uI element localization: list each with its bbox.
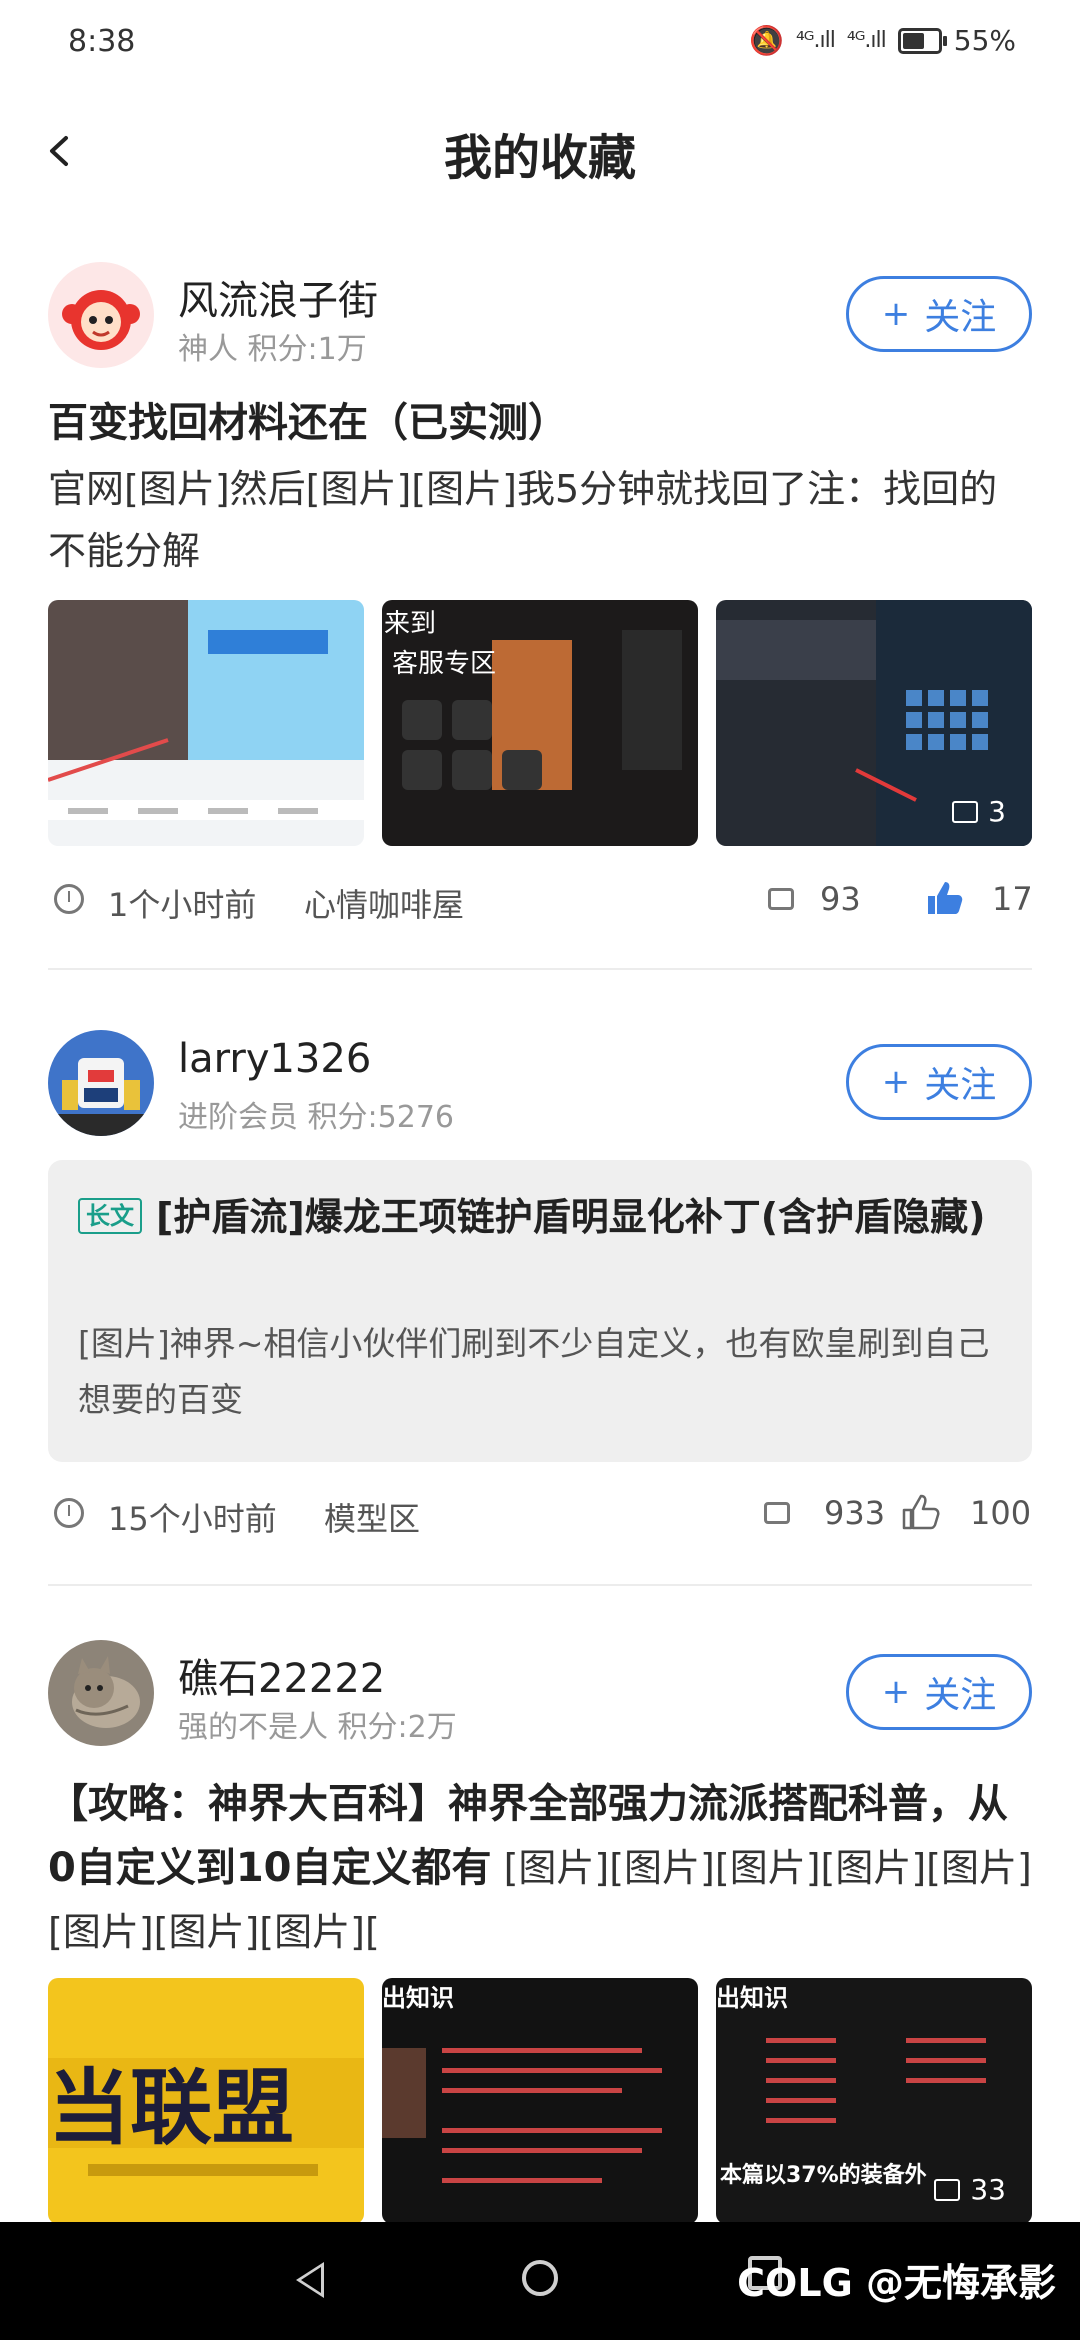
mute-icon: 🔕 [749,24,784,57]
like-count: 100 [970,1494,1032,1532]
post-image[interactable]: 出知识 [382,1978,698,2224]
author-meta: 进阶会员 积分:5276 [178,1100,454,1135]
image-caption: 出知识 [716,1984,788,2012]
avatar[interactable] [48,1030,154,1136]
follow-button[interactable]: + 关注 [846,1044,1032,1120]
comment-count: 933 [824,1494,886,1532]
image-caption: 本篇以37%的装备外 [720,2162,927,2188]
forum-name[interactable]: 心情咖啡屋 [304,880,464,926]
divider [48,968,1032,970]
post-title-text: [护盾流]爆龙王项链护盾明显化补丁(含护盾隐藏) [156,1195,986,1239]
post-excerpt[interactable]: 官网[图片]然后[图片][图片]我5分钟就找回了注：找回的不能分解 [48,458,1032,582]
follow-label: 关注 [924,1065,997,1106]
thumbs-up-icon[interactable] [900,1492,940,1532]
post-image[interactable]: 3 [716,600,1032,846]
author-meta: 神人 积分:1万 [178,332,367,367]
post-card[interactable]: 风流浪子街 神人 积分:1万 + 关注 百变找回材料还在（已实测） 官网[图片]… [48,262,1033,962]
battery-percent: 55% [953,24,1016,57]
post-image[interactable]: 当联盟 [48,1978,364,2224]
follow-button[interactable]: + 关注 [846,276,1032,352]
follow-button[interactable]: + 关注 [846,1654,1032,1730]
post-image[interactable]: 出知识 本篇以37%的装备外 33 [716,1978,1032,2224]
author-name[interactable]: larry1326 [178,1036,371,1082]
clock-icon [54,884,84,914]
clock-icon [54,1498,84,1528]
status-icons: 🔕 ⁴ᴳ.ıll ⁴ᴳ.ıll 55% [749,24,1016,57]
post-title[interactable]: 百变找回材料还在（已实测） [48,392,1032,454]
long-article-card[interactable]: 长文 [护盾流]爆龙王项链护盾明显化补丁(含护盾隐藏) [图片]神界~相信小伙伴们… [48,1160,1032,1462]
page-title: 我的收藏 [443,130,636,186]
image-caption: 出知识 [382,1984,454,2012]
follow-label: 关注 [924,1675,997,1716]
comment-icon[interactable] [764,1502,790,1524]
battery-icon [897,27,947,54]
post-meta-row: 15个小时前 模型区 933 100 [48,1486,1032,1546]
post-time: 1个小时前 [108,886,257,924]
comment-count: 93 [820,880,861,918]
image-icon [934,2178,961,2201]
avatar[interactable] [48,1640,154,1746]
post-card[interactable]: larry1326 进阶会员 积分:5276 + 关注 长文 [护盾流]爆龙王项链… [48,1030,1032,1590]
author-name[interactable]: 风流浪子街 [178,268,378,326]
image-grid: 当联盟 出知识 出知识 本篇以37%的装备外 33 [48,1978,1032,2224]
post-title[interactable]: 【攻略：神界大百科】神界全部强力流派搭配科普，从0自定义到10自定义都有 [图片… [48,1772,1032,1964]
follow-label: 关注 [924,297,997,338]
image-caption-2: 客服专区 [392,649,496,679]
post-title[interactable]: 长文 [护盾流]爆龙王项链护盾明显化补丁(含护盾隐藏) [78,1188,1002,1246]
signal-icon: ⁴ᴳ.ıll [795,28,836,53]
post-time: 15个小时前 [108,1500,277,1538]
long-article-tag: 长文 [78,1198,142,1234]
image-count: 3 [988,795,1006,828]
author-name[interactable]: 礁石22222 [178,1646,385,1704]
plus-icon: + [881,1672,911,1712]
forum-name[interactable]: 模型区 [324,1494,420,1540]
thumbs-up-icon[interactable] [924,878,964,918]
image-caption: 当联盟 [48,2061,294,2156]
image-count-badge: 33 [934,2173,1006,2206]
post-image[interactable] [48,600,364,846]
post-card[interactable]: 礁石22222 强的不是人 积分:2万 + 关注 【攻略：神界大百科】神界全部强… [48,1640,1032,2230]
post-excerpt[interactable]: [图片]神界~相信小伙伴们刷到不少自定义，也有欧皇刷到自己想要的百变 [78,1316,1002,1428]
plus-icon: + [881,294,911,334]
image-icon [952,800,979,823]
status-time: 8:38 [68,24,136,59]
watermark: COLG @无悔承影 [737,2261,1056,2305]
system-nav-bar: COLG @无悔承影 [0,2222,1080,2340]
post-meta-row: 1个小时前 心情咖啡屋 93 17 [48,872,1033,932]
avatar[interactable] [48,262,154,368]
divider [48,1584,1032,1586]
top-bar: 我的收藏 [0,86,1080,216]
comment-icon[interactable] [768,888,794,910]
nav-home-icon[interactable] [522,2260,558,2296]
image-count-badge: 3 [952,795,1006,828]
status-bar: 8:38 🔕 ⁴ᴳ.ıll ⁴ᴳ.ıll 55% [0,0,1080,86]
like-count: 17 [992,880,1033,918]
author-meta: 强的不是人 积分:2万 [178,1710,457,1745]
signal-icon-2: ⁴ᴳ.ıll [846,28,887,53]
image-grid: 来到 客服专区 3 [48,600,1032,846]
nav-back-icon[interactable] [296,2262,324,2298]
plus-icon: + [881,1062,911,1102]
image-count: 33 [970,2173,1006,2206]
image-caption-1: 来到 [384,609,436,639]
post-image[interactable]: 来到 客服专区 [382,600,698,846]
